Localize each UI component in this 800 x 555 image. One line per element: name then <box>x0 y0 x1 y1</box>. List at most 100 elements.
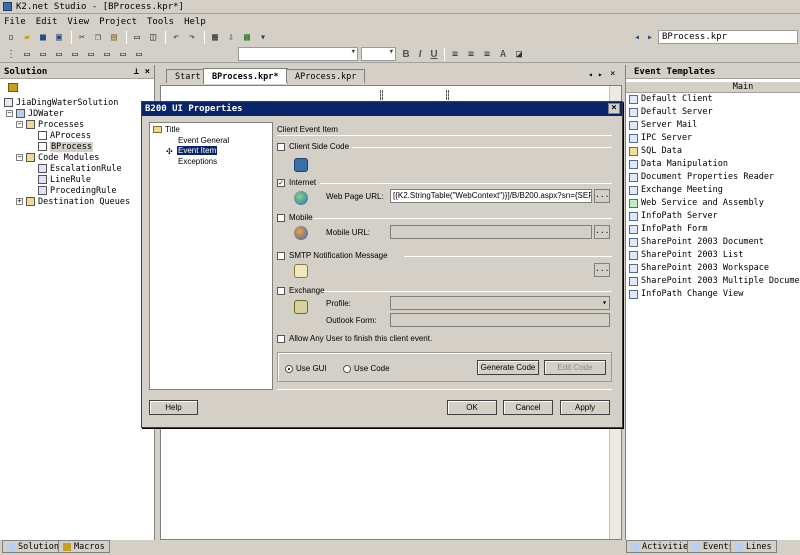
cut-icon[interactable]: ✂ <box>75 31 89 45</box>
template-item[interactable]: Default Client <box>629 93 713 105</box>
nav-item-title[interactable]: Title <box>165 125 180 134</box>
print-icon[interactable]: ▭ <box>130 31 144 45</box>
web-page-url-browse-button[interactable]: ... <box>594 189 610 203</box>
menu-tools[interactable]: Tools <box>147 17 174 27</box>
template-item[interactable]: Web Service and Assembly <box>629 197 764 209</box>
print-preview-icon[interactable]: ◫ <box>146 31 160 45</box>
nav-item-exceptions[interactable]: Exceptions <box>178 157 217 166</box>
smtp-checkbox[interactable] <box>277 251 285 260</box>
nav-item-event-general[interactable]: Event General <box>178 136 229 145</box>
mobile-url-browse-button[interactable]: ... <box>594 225 610 239</box>
expand-icon[interactable]: + <box>16 198 23 205</box>
template-item[interactable]: InfoPath Server <box>629 210 718 222</box>
underline-button[interactable]: U <box>427 47 441 61</box>
font-size-combo[interactable] <box>361 47 396 61</box>
allow-any-user-checkbox[interactable] <box>277 334 285 343</box>
tree-node-line-rule[interactable]: LineRule <box>38 174 91 185</box>
toolbar-icon[interactable]: ▭ <box>68 47 82 61</box>
tab-aprocess[interactable]: AProcess.kpr <box>286 69 366 83</box>
collapse-icon[interactable]: − <box>6 110 13 117</box>
template-item[interactable]: InfoPath Form <box>629 223 708 235</box>
align-left-icon[interactable]: ≡ <box>448 47 462 61</box>
toolbar-icon[interactable]: ▭ <box>20 47 34 61</box>
tree-node-processes[interactable]: − Processes <box>16 119 84 130</box>
mobile-checkbox[interactable] <box>277 213 285 222</box>
align-right-icon[interactable]: ≡ <box>480 47 494 61</box>
solution-toolbar-icon[interactable] <box>8 83 18 92</box>
toolbar-icon[interactable]: ▭ <box>84 47 98 61</box>
back-arrow-icon[interactable]: ◂ <box>630 30 644 44</box>
edit-code-button[interactable]: Edit Code <box>544 360 606 375</box>
template-item[interactable]: SharePoint 2003 Workspace <box>629 262 769 274</box>
copy-icon[interactable]: ❐ <box>91 31 105 45</box>
menu-project[interactable]: Project <box>99 17 137 27</box>
tree-node-solution[interactable]: JiaDingWaterSolution <box>4 97 118 108</box>
tab-solution[interactable]: Solution <box>2 540 64 553</box>
use-code-radio[interactable] <box>343 364 351 373</box>
allow-any-user-checkbox-row[interactable]: Allow Any User to finish this client eve… <box>277 334 432 343</box>
tree-node-destination-queues[interactable]: + Destination Queues <box>16 196 130 207</box>
template-item[interactable]: Default Server <box>629 106 713 118</box>
smtp-browse-button[interactable]: ... <box>594 263 610 277</box>
tree-node-bprocess[interactable]: BProcess <box>38 141 93 152</box>
close-icon[interactable]: × <box>145 67 150 77</box>
tree-node-escalation-rule[interactable]: EscalationRule <box>38 163 122 174</box>
toolbar-icon[interactable]: ▭ <box>36 47 50 61</box>
toolbar-icon[interactable]: ▭ <box>52 47 66 61</box>
font-color-icon[interactable]: A <box>496 47 510 61</box>
template-item[interactable]: Document Properties Reader <box>629 171 774 183</box>
toolbar-icon[interactable]: ▭ <box>132 47 146 61</box>
close-document-icon[interactable]: × <box>610 69 615 79</box>
apply-button[interactable]: Apply <box>560 400 610 415</box>
redo-icon[interactable]: ↷ <box>185 31 199 45</box>
export-icon[interactable]: ⇩ <box>224 31 238 45</box>
menu-view[interactable]: View <box>67 17 89 27</box>
dialog-close-button[interactable]: × <box>608 103 620 114</box>
options-icon[interactable]: ▾ <box>256 31 270 45</box>
exchange-checkbox[interactable] <box>277 286 285 295</box>
pin-icon[interactable]: ⊥ <box>134 67 139 77</box>
web-page-url-input[interactable]: [{K2.StringTable("WebContext")}]/B/B200.… <box>390 189 592 203</box>
paste-icon[interactable]: ▤ <box>107 31 121 45</box>
use-gui-radio[interactable] <box>285 364 293 373</box>
collapse-icon[interactable]: − <box>16 121 23 128</box>
new-icon[interactable]: ▫ <box>4 31 18 45</box>
open-icon[interactable]: ▰ <box>20 31 34 45</box>
outlook-form-input[interactable] <box>390 313 610 327</box>
internet-checkbox[interactable]: ✓ <box>277 178 285 187</box>
client-side-code-checkbox-row[interactable]: Client Side Code <box>277 142 349 151</box>
align-center-icon[interactable]: ≡ <box>464 47 478 61</box>
nav-item-event-item[interactable]: Event Item <box>177 146 218 155</box>
help-button[interactable]: Help <box>149 400 198 415</box>
bold-button[interactable]: B <box>399 47 413 61</box>
tab-lines[interactable]: Lines <box>730 540 777 553</box>
tab-bprocess[interactable]: BProcess.kpr* <box>203 68 288 84</box>
template-item[interactable]: SharePoint 2003 Document <box>629 236 764 248</box>
template-item[interactable]: IPC Server <box>629 132 692 144</box>
italic-button[interactable]: I <box>413 47 427 61</box>
menu-help[interactable]: Help <box>184 17 206 27</box>
exchange-checkbox-row[interactable]: Exchange <box>277 286 325 295</box>
undo-icon[interactable]: ↶ <box>169 31 183 45</box>
mobile-url-input[interactable] <box>390 225 592 239</box>
collapse-icon[interactable]: − <box>16 154 23 161</box>
forward-arrow-icon[interactable]: ▸ <box>643 30 657 44</box>
toolbar-icon[interactable]: ▭ <box>100 47 114 61</box>
navigation-combo[interactable]: BProcess.kpr <box>658 30 798 44</box>
tab-scroll-left-icon[interactable]: ◂ <box>588 70 593 79</box>
cancel-button[interactable]: Cancel <box>503 400 553 415</box>
template-item[interactable]: SQL Data <box>629 145 682 157</box>
use-gui-radio-row[interactable]: Use GUI <box>285 364 327 373</box>
template-item[interactable]: Server Mail <box>629 119 697 131</box>
tree-node-code-modules[interactable]: − Code Modules <box>16 152 99 163</box>
template-item[interactable]: InfoPath Change View <box>629 288 743 300</box>
tree-node-project[interactable]: − JDWater <box>6 108 64 119</box>
smtp-checkbox-row[interactable]: SMTP Notification Message <box>277 251 388 260</box>
template-item[interactable]: Data Manipulation <box>629 158 728 170</box>
template-item[interactable]: SharePoint 2003 Multiple Documents <box>629 275 800 287</box>
menu-edit[interactable]: Edit <box>36 17 58 27</box>
deploy-icon[interactable]: ▩ <box>240 31 254 45</box>
build-icon[interactable]: ▦ <box>208 31 222 45</box>
generate-code-button[interactable]: Generate Code <box>477 360 539 375</box>
profile-select[interactable]: ▾ <box>390 296 610 310</box>
